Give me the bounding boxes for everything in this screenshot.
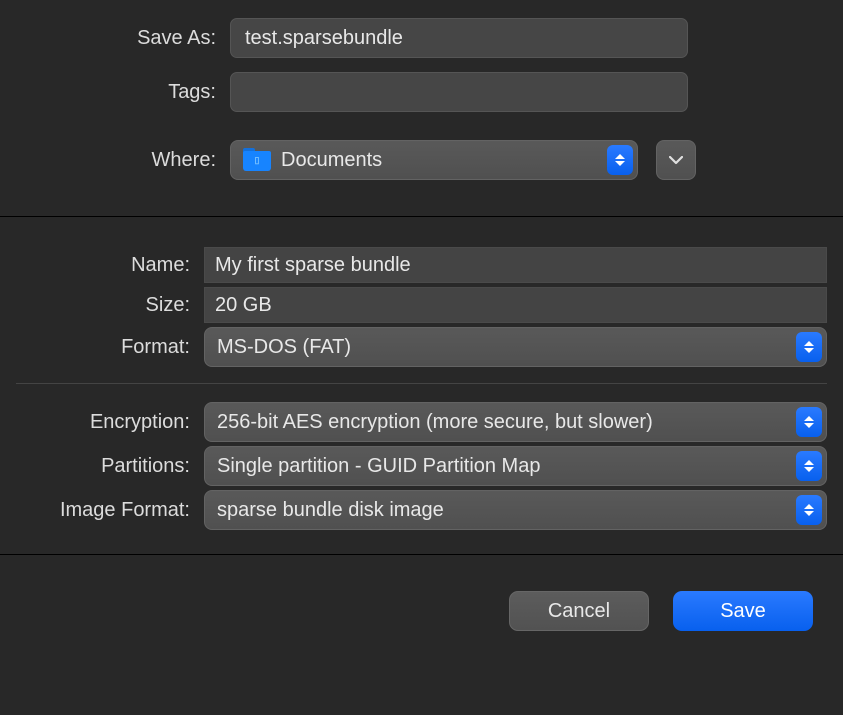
partitions-value: Single partition - GUID Partition Map: [217, 455, 540, 478]
name-label: Name:: [16, 254, 204, 277]
format-label: Format:: [16, 336, 204, 359]
where-value: Documents: [281, 149, 382, 172]
save-as-label: Save As:: [0, 27, 230, 50]
save-as-input[interactable]: [230, 18, 688, 58]
tags-row: Tags:: [0, 72, 843, 112]
image-format-dropdown[interactable]: sparse bundle disk image: [204, 490, 827, 530]
folder-icon: ▯: [243, 149, 271, 171]
format-row: Format: MS-DOS (FAT): [16, 327, 827, 367]
partitions-label: Partitions:: [16, 455, 204, 478]
tags-input[interactable]: [230, 72, 688, 112]
encryption-row: Encryption: 256-bit AES encryption (more…: [16, 402, 827, 442]
size-row: Size:: [16, 287, 827, 323]
format-dropdown[interactable]: MS-DOS (FAT): [204, 327, 827, 367]
updown-arrows-icon: [796, 407, 822, 437]
where-label: Where:: [0, 149, 230, 172]
cancel-button[interactable]: Cancel: [509, 591, 649, 631]
size-input[interactable]: [204, 287, 827, 323]
updown-arrows-icon: [796, 451, 822, 481]
image-options-panel: Name: Size: Format: MS-DOS (FAT) Encrypt…: [0, 216, 843, 554]
encryption-value: 256-bit AES encryption (more secure, but…: [217, 411, 653, 434]
updown-arrows-icon: [607, 145, 633, 175]
updown-arrows-icon: [796, 495, 822, 525]
dialog-buttons: Cancel Save: [0, 554, 843, 651]
image-format-value: sparse bundle disk image: [217, 499, 444, 522]
save-as-row: Save As:: [0, 18, 843, 58]
tags-label: Tags:: [0, 81, 230, 104]
encryption-dropdown[interactable]: 256-bit AES encryption (more secure, but…: [204, 402, 827, 442]
partitions-row: Partitions: Single partition - GUID Part…: [16, 446, 827, 486]
chevron-down-icon: [669, 156, 683, 165]
save-button[interactable]: Save: [673, 591, 813, 631]
image-format-row: Image Format: sparse bundle disk image: [16, 490, 827, 530]
updown-arrows-icon: [796, 332, 822, 362]
where-row: Where: ▯ Documents: [0, 140, 843, 180]
expand-button[interactable]: [656, 140, 696, 180]
encryption-label: Encryption:: [16, 411, 204, 434]
partitions-dropdown[interactable]: Single partition - GUID Partition Map: [204, 446, 827, 486]
format-value: MS-DOS (FAT): [217, 336, 351, 359]
divider: [16, 383, 827, 384]
size-label: Size:: [16, 294, 204, 317]
name-row: Name:: [16, 247, 827, 283]
where-dropdown[interactable]: ▯ Documents: [230, 140, 638, 180]
image-format-label: Image Format:: [16, 499, 204, 522]
save-panel-top: Save As: Tags: Where: ▯ Documents: [0, 0, 843, 216]
name-input[interactable]: [204, 247, 827, 283]
